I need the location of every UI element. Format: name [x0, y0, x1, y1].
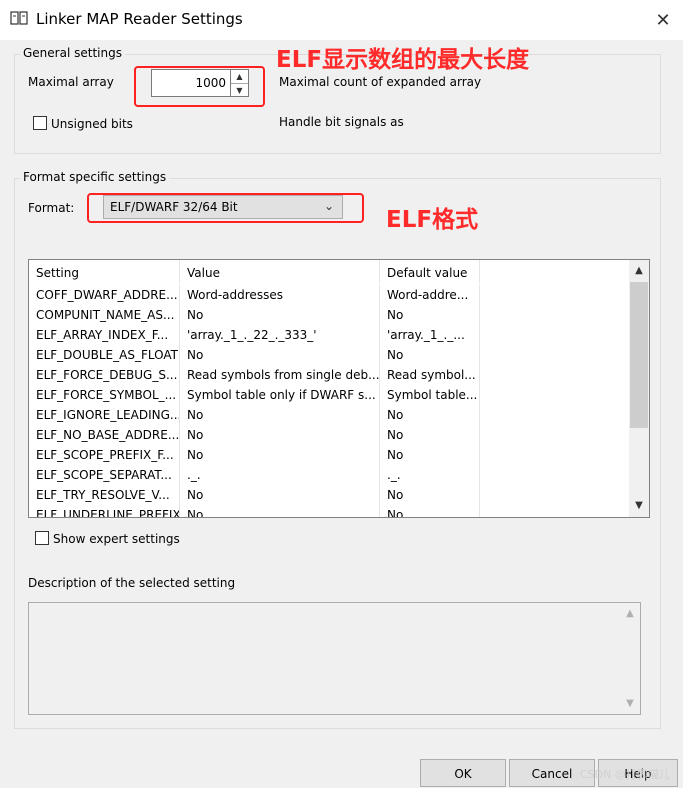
- show-expert-settings-checkbox[interactable]: [35, 531, 49, 545]
- cell-default: ._.: [380, 465, 480, 485]
- scroll-down-icon[interactable]: ▼: [629, 497, 649, 515]
- table-row[interactable]: ELF_NO_BASE_ADDRE... No No: [29, 425, 629, 445]
- highlight-box-format: [87, 193, 364, 223]
- table-row[interactable]: ELF_IGNORE_LEADING... No No: [29, 405, 629, 425]
- ok-button[interactable]: OK: [420, 759, 506, 787]
- app-icon: [10, 10, 28, 26]
- table-row[interactable]: COFF_DWARF_ADDRE... Word-addresses Word-ad…: [29, 285, 629, 305]
- table-row[interactable]: ELF_SCOPE_PREFIX_F... No No: [29, 445, 629, 465]
- close-button[interactable]: ✕: [646, 6, 680, 34]
- cell-value: ._.: [180, 465, 380, 485]
- table-row[interactable]: ELF_FORCE_SYMBOL_... Symbol table only if…: [29, 385, 629, 405]
- cell-default: Symbol table...: [380, 385, 480, 405]
- annotation-elf-array: ELF显示数组的最大长度: [276, 47, 530, 73]
- cell-value: Read symbols from single deb...: [180, 365, 380, 385]
- table-scrollbar[interactable]: ▲ ▼: [629, 260, 649, 517]
- cell-default: No: [380, 405, 480, 425]
- cell-setting: ELF_SCOPE_PREFIX_F...: [29, 445, 180, 465]
- unsigned-bits-checkbox[interactable]: [33, 116, 47, 130]
- column-header-value[interactable]: Value: [180, 260, 380, 284]
- settings-table[interactable]: Setting Value Default value COFF_DWARF_A…: [28, 259, 650, 518]
- cell-setting: ELF_DOUBLE_AS_FLOAT: [29, 345, 180, 365]
- cell-value: No: [180, 405, 380, 425]
- cell-setting: ELF_FORCE_SYMBOL_...: [29, 385, 180, 405]
- cell-setting: ELF_UNDERLINE_PREFIX: [29, 505, 180, 517]
- format-label: Format:: [28, 201, 75, 215]
- cell-setting: ELF_NO_BASE_ADDRE...: [29, 425, 180, 445]
- cell-default: No: [380, 505, 480, 517]
- cell-setting: ELF_SCOPE_SEPARAT...: [29, 465, 180, 485]
- table-row[interactable]: ELF_FORCE_DEBUG_S... Read symbols from si…: [29, 365, 629, 385]
- table-row[interactable]: ELF_ARRAY_INDEX_F...'array._1_._22_._333…: [29, 325, 629, 345]
- format-settings-label: Format specific settings: [20, 170, 170, 184]
- cell-value: No: [180, 425, 380, 445]
- scroll-up-icon[interactable]: ▲: [629, 262, 649, 280]
- description-label: Description of the selected setting: [28, 576, 236, 590]
- cell-value: No: [180, 305, 380, 325]
- table-row[interactable]: ELF_SCOPE_SEPARAT... ._. ._.: [29, 465, 629, 485]
- cell-setting: COFF_DWARF_ADDRE...: [29, 285, 180, 305]
- scroll-down-icon[interactable]: ▼: [621, 698, 639, 709]
- cell-default: No: [380, 445, 480, 465]
- table-row[interactable]: COMPUNIT_NAME_AS... No No: [29, 305, 629, 325]
- cell-default: Read symbol...: [380, 365, 480, 385]
- column-header-default[interactable]: Default value: [380, 260, 480, 284]
- cell-value: Symbol table only if DWARF s...: [180, 385, 380, 405]
- cell-value: No: [180, 505, 380, 517]
- cell-default: Word-addre...: [380, 285, 480, 305]
- cell-value: No: [180, 485, 380, 505]
- cell-default: No: [380, 305, 480, 325]
- table-row[interactable]: ELF_UNDERLINE_PREFIX No No: [29, 505, 629, 517]
- description-scrollbar[interactable]: ▲ ▼: [621, 604, 639, 713]
- general-settings-label: General settings: [20, 46, 125, 60]
- column-header-setting[interactable]: Setting: [29, 260, 180, 284]
- cell-value: No: [180, 445, 380, 465]
- cell-setting: ELF_TRY_RESOLVE_V...: [29, 485, 180, 505]
- cell-default: No: [380, 345, 480, 365]
- table-row[interactable]: ELF_TRY_RESOLVE_V... No No: [29, 485, 629, 505]
- cell-setting: ELF_FORCE_DEBUG_S...: [29, 365, 180, 385]
- watermark: CSDN @打脚喵儿: [580, 768, 670, 781]
- cell-value: No: [180, 345, 380, 365]
- cell-default: No: [380, 425, 480, 445]
- table-header: Setting Value Default value: [29, 260, 629, 284]
- show-expert-settings-label: Show expert settings: [53, 532, 180, 546]
- scroll-up-icon[interactable]: ▲: [621, 608, 639, 619]
- cell-value: Word-addresses: [180, 285, 380, 305]
- unsigned-bits-label: Unsigned bits: [51, 117, 133, 131]
- window-title: Linker MAP Reader Settings: [36, 10, 243, 28]
- cell-default: 'array._1_._...: [380, 325, 480, 345]
- close-icon: ✕: [655, 9, 671, 31]
- cell-setting: COMPUNIT_NAME_AS...: [29, 305, 180, 325]
- handle-bit-signals-label: Handle bit signals as: [279, 115, 404, 129]
- table-row[interactable]: ELF_DOUBLE_AS_FLOAT No No: [29, 345, 629, 365]
- maximal-array-label: Maximal array: [28, 75, 114, 89]
- cell-setting: ELF_IGNORE_LEADING...: [29, 405, 180, 425]
- scrollbar-thumb[interactable]: [630, 282, 648, 428]
- description-textbox[interactable]: ▲ ▼: [28, 602, 641, 715]
- highlight-box-array: [134, 66, 265, 107]
- annotation-elf-format: ELF格式: [386, 207, 479, 233]
- maximal-array-description: Maximal count of expanded array: [279, 75, 482, 89]
- cell-default: No: [380, 485, 480, 505]
- cell-value: 'array._1_._22_._333_': [180, 325, 380, 345]
- cell-setting: ELF_ARRAY_INDEX_F...: [29, 325, 180, 345]
